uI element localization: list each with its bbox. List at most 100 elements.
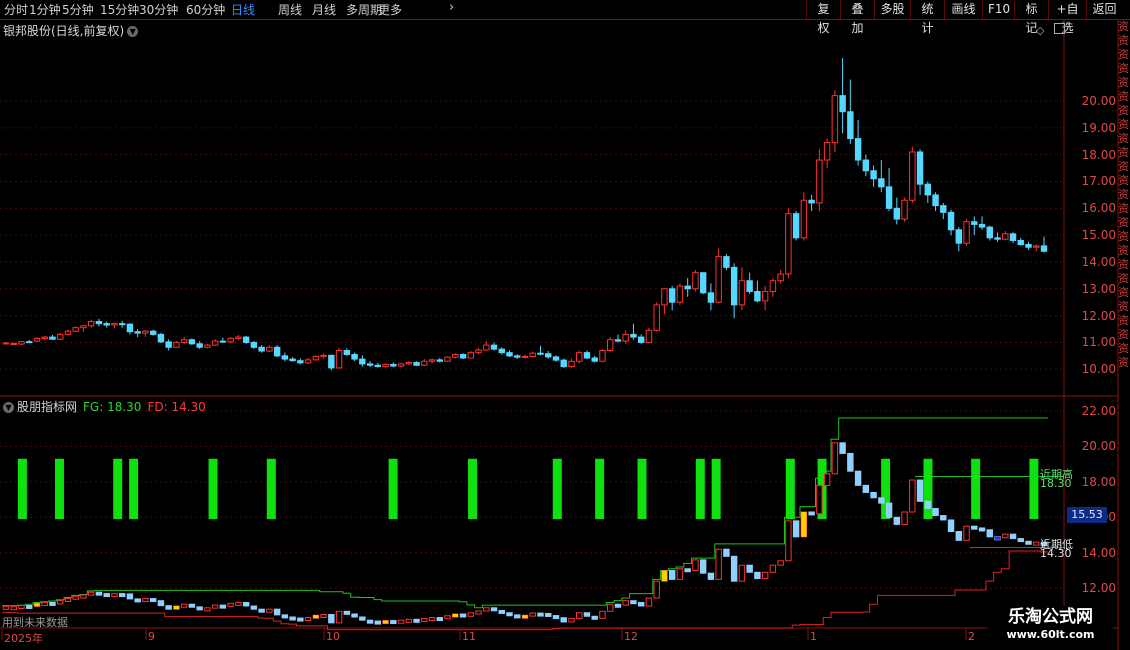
x-label-3: 11 <box>462 630 476 643</box>
indicator-candle <box>266 608 273 613</box>
fd-value-label: FD: 14.30 <box>147 400 206 414</box>
candle <box>413 361 420 367</box>
kline-chart-area[interactable] <box>0 0 1130 650</box>
candle <box>382 363 389 368</box>
candle <box>304 358 312 364</box>
future-data-note: 用到未来数据 <box>2 616 68 629</box>
signal-bar <box>208 458 218 520</box>
signal-bar <box>785 458 795 520</box>
candle <box>792 211 800 241</box>
indicator-name: 股朋指标网 <box>17 400 78 414</box>
candle <box>823 138 831 169</box>
candle <box>614 334 622 343</box>
candle <box>312 355 320 361</box>
indicator-candle <box>723 548 730 557</box>
candle <box>831 90 839 152</box>
indicator-candle <box>134 598 141 603</box>
candle <box>1040 236 1048 253</box>
indicator-candle <box>606 603 614 612</box>
indicator-candle <box>963 525 970 541</box>
indicator-candle <box>149 598 157 603</box>
indicator-candle <box>335 610 343 624</box>
candle <box>839 58 846 134</box>
indicator-candle <box>1017 538 1024 543</box>
candle <box>428 358 436 364</box>
indicator-candle <box>552 615 560 620</box>
candle <box>661 288 668 315</box>
candle <box>847 79 854 144</box>
candle <box>320 353 327 359</box>
y-tick-9: 11.00 <box>1081 335 1116 350</box>
candle <box>653 302 660 332</box>
indicator-candle <box>483 607 490 612</box>
y-tick-4: 16.00 <box>1081 201 1116 216</box>
candle <box>289 357 296 362</box>
candle <box>72 326 79 333</box>
indicator-candle <box>560 617 567 623</box>
signal-bar <box>637 458 647 520</box>
candle <box>723 253 730 271</box>
candle <box>111 322 118 329</box>
indicator-candle <box>258 608 265 613</box>
watermark-name: 乐淘公式网 <box>1008 607 1093 627</box>
indicator-candle <box>831 442 839 475</box>
indicator-candle <box>823 473 831 486</box>
candle <box>459 353 467 360</box>
candle <box>1002 231 1009 241</box>
y-tick-2: 18.00 <box>1081 147 1116 162</box>
indicator-candle <box>250 605 258 610</box>
candle <box>676 283 684 305</box>
candle <box>521 354 529 359</box>
candle <box>498 347 505 355</box>
indicator-candle-marker <box>382 620 389 624</box>
indicator-candle <box>41 601 48 606</box>
candle <box>242 336 250 344</box>
indicator-candle <box>785 520 792 562</box>
indicator-candle <box>568 617 575 623</box>
indicator-candle <box>792 520 800 538</box>
right-strip-char: 资 <box>1118 314 1129 327</box>
indicator-candle <box>1009 533 1017 540</box>
indicator-candle <box>746 564 753 573</box>
indicator-y-tick-2: 18.00 <box>1081 474 1116 489</box>
candle <box>142 330 149 338</box>
candle <box>870 165 877 187</box>
right-strip-char: 资 <box>1118 62 1129 75</box>
candle <box>41 336 48 341</box>
indicator-candle <box>707 572 715 580</box>
indicator-candles <box>2 442 1048 625</box>
right-strip-char: 资 <box>1118 300 1129 313</box>
candle <box>134 329 141 338</box>
indicator-candle-marker <box>801 511 807 537</box>
diamond-icon[interactable]: ◇ <box>1036 24 1044 37</box>
right-strip-char: 资 <box>1118 34 1129 47</box>
right-strip-char: 资 <box>1118 230 1129 243</box>
window-toggle-icon[interactable] <box>1053 23 1065 34</box>
y-tick-1: 19.00 <box>1081 120 1116 135</box>
right-strip-char: 资 <box>1118 342 1129 355</box>
indicator-candle <box>165 605 172 610</box>
indicator-candle-marker <box>34 603 40 607</box>
chevron-down-icon[interactable]: ▼ <box>127 26 139 37</box>
indicator-candle <box>142 598 149 603</box>
x-label-0: 2025年 <box>4 632 43 645</box>
indicator-candle <box>475 610 482 615</box>
indicator-candle <box>405 618 413 623</box>
indicator-candle <box>738 564 746 582</box>
indicator-candle <box>351 613 358 618</box>
candle <box>1025 241 1032 250</box>
indicator-candle <box>808 511 815 516</box>
candle <box>1017 237 1024 246</box>
candle <box>878 160 885 193</box>
indicator-candle <box>955 530 963 541</box>
indicator-candle <box>219 604 227 609</box>
candle <box>854 119 862 166</box>
chevron-down-icon[interactable]: ▼ <box>3 402 14 413</box>
indicator-candle <box>428 617 436 622</box>
indicator-candle <box>157 600 165 607</box>
candle <box>95 318 103 327</box>
indicator-y-tick-4: 14.00 <box>1081 545 1116 560</box>
candle <box>800 192 808 241</box>
candle <box>444 356 451 362</box>
candle <box>978 216 986 230</box>
